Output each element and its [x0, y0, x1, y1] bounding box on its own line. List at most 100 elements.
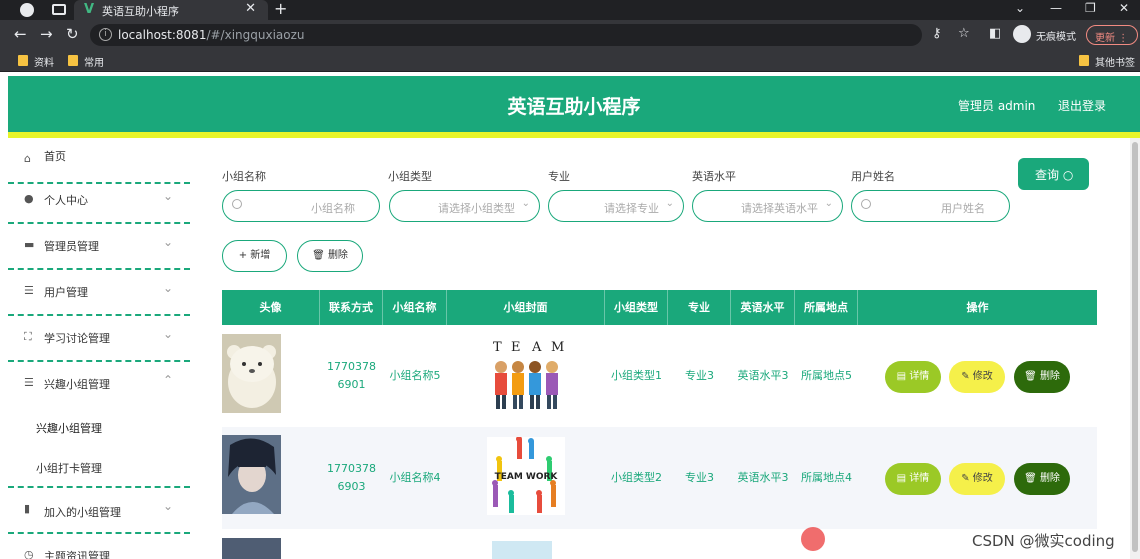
restore-icon[interactable]: ❐ [1085, 1, 1096, 15]
incognito-icon[interactable] [1013, 25, 1031, 43]
search-icon [232, 199, 242, 209]
trash-icon: 🗑 [312, 250, 328, 261]
table-header: 头像 联系方式 小组名称 小组封面 小组类型 专业 英语水平 所属地点 操作 [222, 290, 1097, 325]
delete-label: 删除 [1039, 371, 1060, 382]
browser-tab[interactable]: V 英语互助小程序 ✕ [74, 0, 268, 20]
close-tab-icon[interactable]: ✕ [245, 1, 256, 16]
bookmark-star-icon[interactable]: ☆ [958, 26, 970, 41]
sidebar-item-interest-groups[interactable]: ☰ 兴趣小组管理 ⌃ 兴趣小组管理 小组打卡管理 [8, 362, 190, 488]
sidebar-subitem-interest-groups[interactable]: 兴趣小组管理 [36, 420, 102, 436]
update-label: 更新 [1095, 33, 1115, 44]
chevron-down-icon: ⌄ [163, 327, 174, 341]
cover-letter: M [551, 340, 564, 355]
sidebar-item-discussions[interactable]: ⛶ 学习讨论管理 ⌄ [8, 316, 190, 362]
sidebar-item-profile[interactable]: ● 个人中心 ⌄ [8, 178, 190, 224]
bookmarks-bar: 资料 常用 其他书签 [0, 50, 1140, 72]
cover-letter: T [493, 340, 502, 355]
other-bookmarks[interactable]: 其他书签 [1079, 54, 1135, 69]
sidebar-item-label: 加入的小组管理 [44, 506, 121, 519]
back-icon[interactable]: ← [14, 25, 27, 43]
sidebar-item-admins[interactable]: ▬ 管理员管理 ⌄ [8, 224, 190, 270]
bookmark-folder[interactable]: 常用 [68, 54, 104, 69]
site-info-icon[interactable]: i [99, 28, 112, 41]
batch-delete-button[interactable]: 🗑 删除 [297, 240, 363, 272]
chevron-down-icon: ⌄ [163, 281, 174, 295]
major-cell: 专业3 [685, 369, 714, 382]
tab-search-icon[interactable]: ⌄ [1015, 1, 1025, 15]
sidebar: ⌂ 首页 ● 个人中心 ⌄ ▬ 管理员管理 ⌄ ☰ 用户管理 ⌄ ⛶ 学习讨论管… [8, 138, 190, 559]
app-header: 英语互助小程序 管理员 admin 退出登录 [8, 76, 1140, 132]
watermark: CSDN @微实coding [972, 532, 1115, 550]
group-type-select[interactable]: 请选择小组类型 ⌄ [389, 190, 540, 222]
edit-button[interactable]: ✎ 修改 [949, 463, 1005, 495]
scrollbar-thumb[interactable] [1132, 142, 1138, 552]
column-header: 小组名称 [383, 290, 447, 325]
edit-label: 修改 [972, 473, 993, 484]
group-type-cell: 小组类型1 [611, 369, 662, 382]
delete-button[interactable]: 🗑 删除 [1014, 361, 1070, 393]
browser-tab-bar: V 英语互助小程序 ✕ + ⌄ — ❐ ✕ [0, 0, 1140, 20]
delete-button[interactable]: 🗑 删除 [1014, 463, 1070, 495]
edit-button[interactable]: ✎ 修改 [949, 361, 1005, 393]
chevron-down-icon: ⌄ [163, 189, 174, 203]
user-icon: ● [24, 192, 34, 205]
main-content: 小组名称 小组类型 专业 英语水平 用户姓名 小组名称 请选择小组类型 ⌄ 请选… [190, 138, 1130, 559]
chevron-down-icon: ⌄ [163, 235, 174, 249]
cover-text: TEAM WORK [495, 472, 559, 482]
major-cell: 专业3 [685, 471, 714, 484]
level-cell: 英语水平3 [737, 471, 789, 484]
detail-button[interactable]: ▤ 详情 [885, 463, 941, 495]
query-button[interactable]: 查询 ○ [1018, 158, 1089, 190]
minimize-icon[interactable]: — [1050, 1, 1062, 15]
user-name-search-input[interactable]: 用户姓名 [851, 190, 1010, 222]
sidebar-subitem-checkin[interactable]: 小组打卡管理 [36, 460, 102, 476]
chevron-down-icon: ⌄ [665, 198, 674, 209]
page-scrollbar[interactable] [1130, 138, 1140, 559]
bookmark-folder[interactable]: 资料 [18, 54, 54, 69]
tab-overview-icon[interactable] [52, 4, 66, 15]
detail-label: 详情 [909, 473, 930, 484]
browser-menu-icon[interactable] [20, 3, 34, 17]
english-level-select[interactable]: 请选择英语水平 ⌄ [692, 190, 843, 222]
password-key-icon[interactable]: ⚷ [932, 26, 942, 41]
edit-icon: ✎ [961, 371, 973, 382]
query-label: 查询 [1035, 168, 1060, 182]
avatar [222, 334, 281, 413]
new-tab-icon[interactable]: + [274, 0, 287, 18]
chevron-down-icon: ⌄ [521, 198, 530, 209]
sidebar-item-label: 管理员管理 [44, 240, 99, 253]
column-header: 所属地点 [795, 290, 858, 325]
table-row: 17703786903 小组名称4 TEAM WORK 小组类型2 专业3 英语… [222, 427, 1097, 529]
update-button[interactable]: 更新 ⋮ [1086, 25, 1138, 45]
document-icon: ▤ [896, 473, 910, 484]
sidebar-item-label: 兴趣小组管理 [44, 378, 110, 391]
group-name-search-input[interactable]: 小组名称 [222, 190, 380, 222]
detail-button[interactable]: ▤ 详情 [885, 361, 941, 393]
list-icon: ☰ [24, 376, 34, 389]
frame-icon: ⛶ [24, 330, 32, 343]
placeholder: 请选择专业 [604, 202, 659, 215]
sidebar-item-users[interactable]: ☰ 用户管理 ⌄ [8, 270, 190, 316]
cover-letter: E [511, 340, 521, 355]
logout-link[interactable]: 退出登录 [1058, 97, 1106, 114]
trash-icon: 🗑 [1024, 473, 1040, 484]
detail-label: 详情 [909, 371, 930, 382]
url-bar[interactable]: i localhost:8081/#/xingquxiaozu [90, 24, 922, 46]
avatar [222, 435, 281, 514]
close-window-icon[interactable]: ✕ [1119, 1, 1129, 15]
sidebar-item-news[interactable]: ◷ 主题资讯管理 [8, 534, 190, 559]
add-button[interactable]: + 新增 [222, 240, 287, 272]
address-toolbar: ← → ↻ i localhost:8081/#/xingquxiaozu ⚷ … [0, 20, 1140, 50]
placeholder: 小组名称 [311, 202, 355, 215]
major-select[interactable]: 请选择专业 ⌄ [548, 190, 684, 222]
search-icon: ○ [1062, 168, 1074, 182]
admin-label: 管理员 admin [958, 99, 1036, 113]
document-icon: ▤ [896, 371, 910, 382]
url-host: localhost:8081 [118, 28, 207, 42]
sidebar-item-joined-groups[interactable]: ▮ 加入的小组管理 ⌄ [8, 488, 190, 534]
side-panel-icon[interactable]: ◧ [989, 26, 1001, 41]
reload-icon[interactable]: ↻ [66, 25, 79, 43]
forward-icon[interactable]: → [40, 25, 53, 43]
add-label: 新增 [250, 250, 271, 261]
list-icon: ☰ [24, 284, 34, 297]
